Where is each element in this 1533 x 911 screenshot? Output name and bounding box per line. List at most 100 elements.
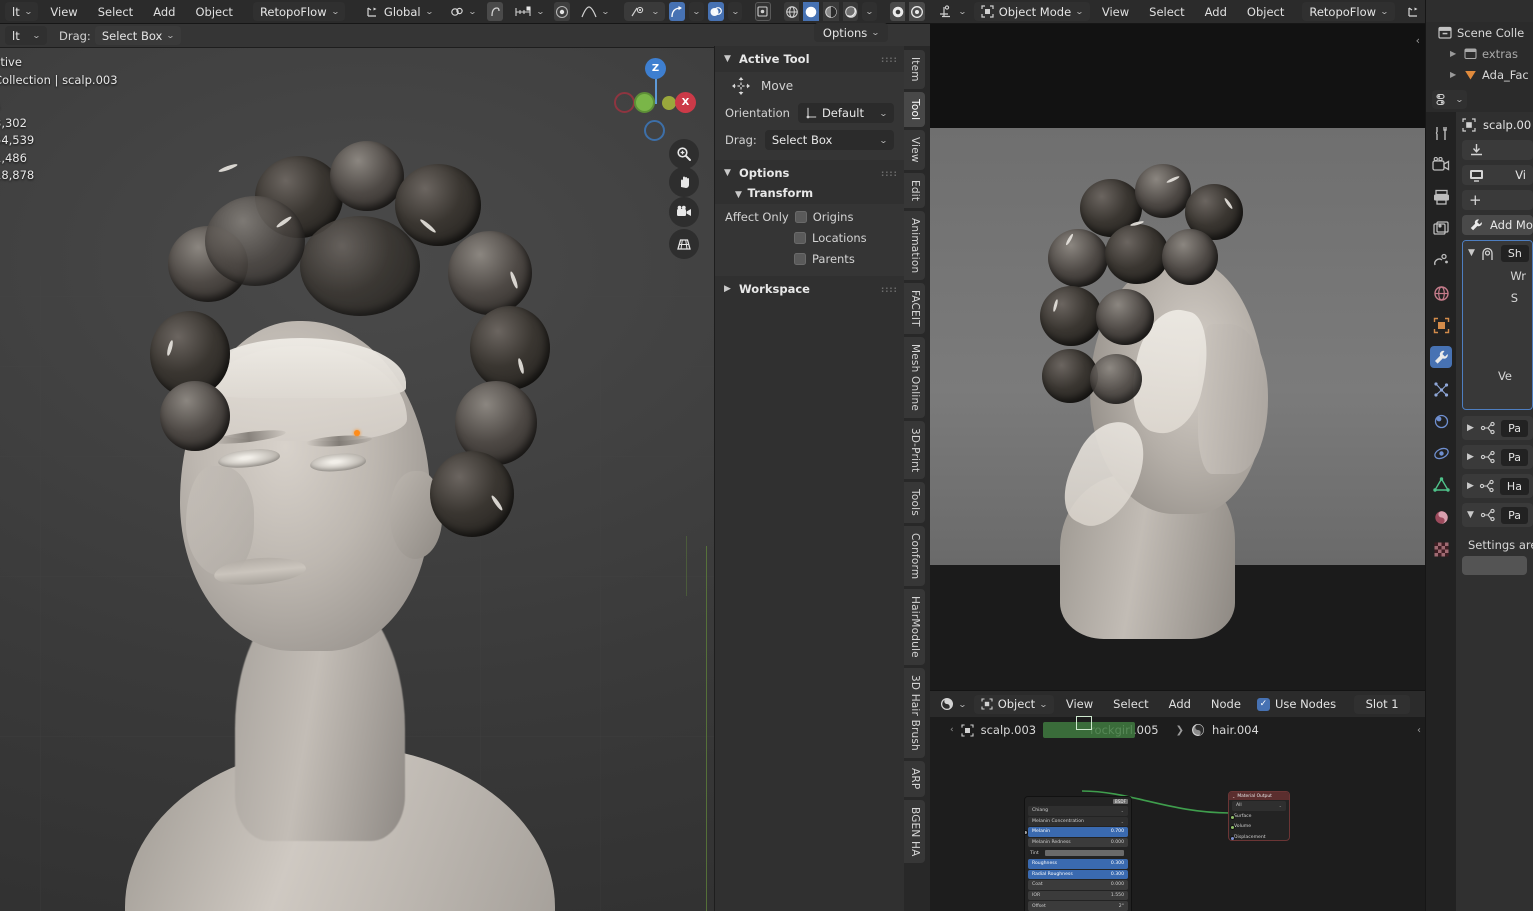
- menu-object-right[interactable]: Object: [1239, 3, 1292, 21]
- ptab-view-layer[interactable]: [1430, 218, 1452, 240]
- node-socket[interactable]: [1229, 825, 1235, 831]
- viewport-render-button[interactable]: [889, 2, 906, 21]
- breadcrumb-object[interactable]: scalp.003: [981, 723, 1036, 737]
- tab-mesh-online[interactable]: Mesh Online: [904, 336, 925, 418]
- tab-animation[interactable]: Animation: [904, 210, 925, 281]
- camera-view-button[interactable]: [669, 197, 699, 227]
- node-input-displacement[interactable]: Displacement: [1229, 833, 1286, 840]
- expand-arrow-icon[interactable]: ▶: [1450, 49, 1459, 58]
- outliner-row-ada-face[interactable]: ▶ Ada_Fac: [1426, 64, 1533, 85]
- panel-options-header[interactable]: ▼ Options ::::: [715, 160, 904, 186]
- properties-add-button[interactable]: +: [1462, 190, 1533, 210]
- modifier-nodes-3-name[interactable]: Ha: [1499, 477, 1529, 495]
- gizmo-axis-y-neg[interactable]: [662, 96, 676, 110]
- ptab-world[interactable]: [1430, 282, 1452, 304]
- properties-header[interactable]: ⌄: [1426, 86, 1533, 112]
- tab-edit[interactable]: Edit: [904, 172, 925, 208]
- node-param-melanin-redness[interactable]: Melanin Redness 0.000: [1025, 830, 1128, 848]
- shader-node-canvas[interactable]: BSDF Chiang ⌄ Melanin Concentration ⌄ Me…: [930, 743, 1425, 911]
- gizmo-axis-z-neg[interactable]: [644, 120, 665, 141]
- toggle-ortho-button[interactable]: [669, 229, 699, 259]
- shader-menu-view[interactable]: View: [1058, 695, 1101, 713]
- node-input-surface[interactable]: Surface: [1229, 812, 1286, 822]
- viewport-3d-right[interactable]: ⌄ Object Mode ⌄ View Select Add Object R…: [930, 0, 1425, 690]
- retopoflow-menu[interactable]: RetopoFlow ⌄: [252, 2, 346, 21]
- modifier-shrinkwrap-name[interactable]: Sh: [1500, 244, 1529, 262]
- menu-object[interactable]: Object: [187, 3, 240, 21]
- shader-editor-type-selector[interactable]: ⌄: [936, 695, 970, 714]
- tab-3d-print[interactable]: 3D-Print: [904, 420, 925, 480]
- node-param-melanin[interactable]: Melanin 0.700: [1025, 827, 1128, 837]
- proportional-falloff-toggle[interactable]: [554, 2, 571, 21]
- node-target-dropdown[interactable]: All ⌄: [1232, 801, 1286, 811]
- modifier-shrinkwrap-header[interactable]: ▼ Sh: [1463, 241, 1532, 265]
- drag-dots-icon[interactable]: ::::: [881, 55, 897, 63]
- shader-menu-node[interactable]: Node: [1203, 695, 1249, 713]
- ptab-material[interactable]: [1430, 506, 1452, 528]
- expand-arrow-icon[interactable]: ▶: [1450, 70, 1459, 79]
- node-material-output[interactable]: ⌄ Material Output All ⌄ Surface Volume D…: [1228, 791, 1290, 841]
- checkbox-locations[interactable]: [794, 232, 806, 244]
- editor-type-selector-right[interactable]: ⌄: [935, 2, 970, 21]
- shader-breadcrumb[interactable]: ‹ scalp.003 rockgirl.005 ❯ hair.004 ‹: [930, 716, 1425, 743]
- object-mode-selector[interactable]: Object Mode ⌄: [973, 2, 1090, 21]
- menu-select[interactable]: Select: [90, 3, 141, 21]
- panel-workspace-header[interactable]: ▶ Workspace ::::: [715, 276, 904, 302]
- visibility-control[interactable]: ⌄: [623, 2, 666, 21]
- gizmo-axis-y[interactable]: [634, 92, 655, 113]
- tab-faceit[interactable]: FACEIT: [904, 283, 925, 334]
- n-panel-tab-strip[interactable]: Item Tool View Edit Animation FACEIT Mes…: [904, 46, 930, 911]
- menu-add[interactable]: Add: [145, 3, 183, 21]
- modifier-settings-slider[interactable]: [1462, 556, 1527, 575]
- navigation-gizmo[interactable]: Z X: [614, 58, 698, 141]
- properties-editor-type-selector[interactable]: ⌄: [1432, 89, 1467, 109]
- modifier-nodes-1[interactable]: ▶ Pa: [1462, 416, 1533, 440]
- drag-mode-selector[interactable]: Select Box ⌄: [94, 26, 182, 45]
- snap-increment-control[interactable]: ⌄: [507, 2, 551, 21]
- transform-orientation-selector-right[interactable]: Gl: [1399, 2, 1425, 21]
- n-panel-sidebar[interactable]: ▼ Active Tool :::: Move Orientation Defa…: [714, 46, 904, 911]
- zoom-button[interactable]: [669, 139, 699, 169]
- node-material-output-header[interactable]: ⌄ Material Output: [1229, 792, 1289, 800]
- outliner-panel[interactable]: Scene Colle ▶ extras ▶ Ada_Fac: [1425, 0, 1533, 86]
- param-color-swatch[interactable]: [1044, 849, 1124, 857]
- snap-magnet-toggle[interactable]: ⌄: [443, 2, 483, 21]
- pan-button[interactable]: [669, 167, 699, 197]
- node-model-dropdown[interactable]: Chiang ⌄: [1028, 806, 1128, 816]
- viewport-left-subheader[interactable]: lt ⌄ Drag: Select Box ⌄: [0, 24, 930, 48]
- mode-selector[interactable]: lt ⌄: [5, 2, 39, 21]
- properties-tab-strip[interactable]: [1426, 112, 1456, 911]
- drag-dropdown[interactable]: Select Box ⌄: [764, 130, 894, 150]
- outliner-row-extras[interactable]: ▶ extras: [1426, 43, 1533, 64]
- properties-download-button[interactable]: [1462, 140, 1533, 160]
- node-param-roughness[interactable]: Roughness 0.300: [1025, 830, 1128, 869]
- node-param-radial-roughness[interactable]: Radial Roughness 0.300: [1025, 830, 1128, 880]
- gizmo-axis-x-neg[interactable]: [614, 92, 635, 113]
- render-button[interactable]: [909, 2, 926, 21]
- modifier-shrinkwrap[interactable]: ▼ Sh Wr S Ve: [1462, 240, 1533, 410]
- shading-material-button[interactable]: [823, 2, 839, 21]
- checkbox-parents[interactable]: [794, 253, 806, 265]
- menu-view[interactable]: View: [42, 3, 85, 21]
- ptab-scene[interactable]: [1430, 250, 1452, 272]
- panel-collapse-arrow-right[interactable]: ‹: [1416, 34, 1420, 47]
- shader-editor-header[interactable]: ⌄ Object ⌄ View Select Add Node ✓ Use No…: [930, 691, 1425, 717]
- outliner-header[interactable]: [1426, 0, 1533, 22]
- shading-dropdown[interactable]: ⌄: [862, 2, 878, 21]
- ptab-physics[interactable]: [1430, 410, 1452, 432]
- viewport-canvas-right[interactable]: [930, 24, 1425, 690]
- tab-arp[interactable]: ARP: [904, 761, 925, 797]
- retopoflow-menu-right[interactable]: RetopoFlow ⌄: [1302, 2, 1395, 21]
- breadcrumb-forward-arrow[interactable]: ‹: [1417, 725, 1421, 736]
- gizmo-axis-z[interactable]: Z: [645, 58, 666, 79]
- properties-body[interactable]: scalp.00 Vi + Add Mod: [1456, 112, 1533, 911]
- shader-editor[interactable]: ⌄ Object ⌄ View Select Add Node ✓ Use No…: [930, 690, 1425, 911]
- ptab-render[interactable]: [1430, 154, 1452, 176]
- node-socket[interactable]: [1025, 830, 1028, 836]
- viewport-left-header[interactable]: lt ⌄ View Select Add Object RetopoFlow ⌄…: [0, 0, 930, 24]
- tab-item[interactable]: Item: [904, 50, 925, 89]
- modifier-nodes-4-name[interactable]: Pa: [1501, 506, 1528, 524]
- proportional-edit-toggle[interactable]: [487, 2, 503, 21]
- xray-toggle[interactable]: [754, 2, 772, 21]
- transform-orientation-selector[interactable]: Global ⌄: [358, 2, 439, 21]
